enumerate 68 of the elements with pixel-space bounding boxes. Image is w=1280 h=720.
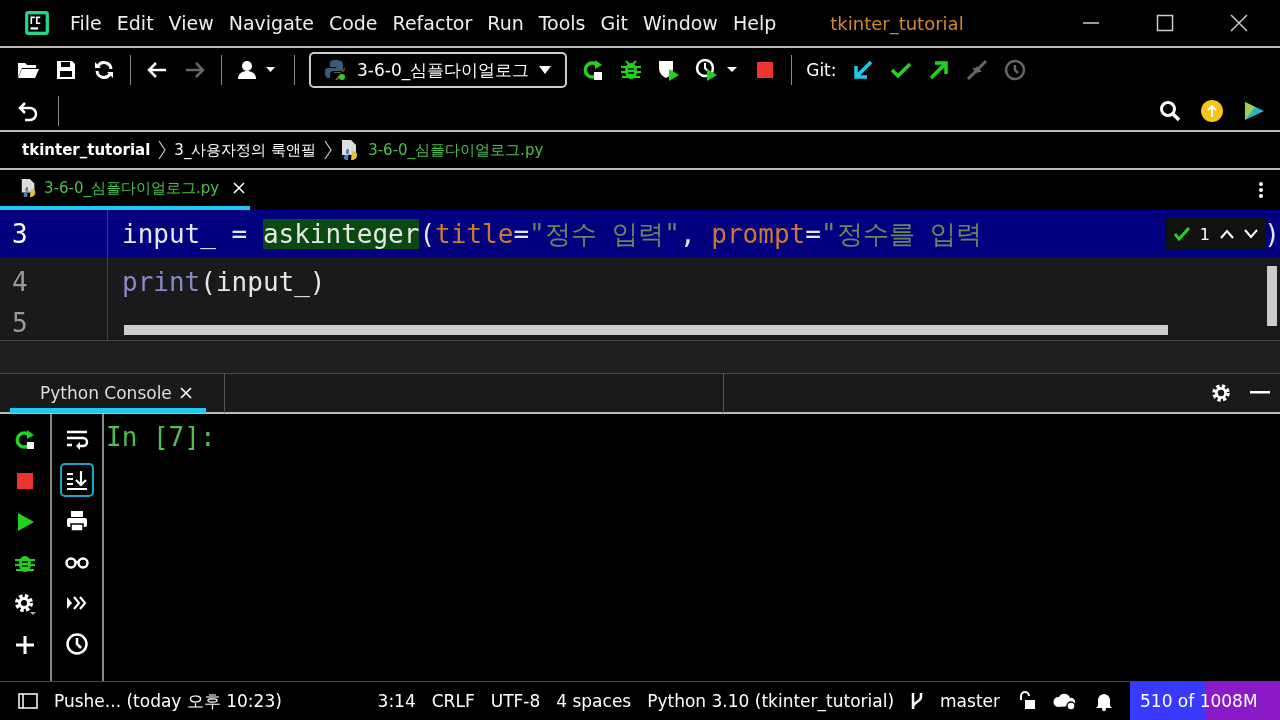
app-logo-icon (24, 10, 50, 36)
console-tab[interactable]: Python Console (10, 373, 206, 413)
maximize-icon[interactable] (1156, 14, 1174, 32)
console-prompt: In [7]: (106, 422, 216, 452)
status-item[interactable]: CRLF (431, 691, 475, 711)
minimize-icon[interactable] (1250, 391, 1270, 395)
update-badge-icon[interactable] (1200, 99, 1224, 123)
scroll-to-end-icon (65, 468, 89, 492)
status-message[interactable]: Pushe... (today 오후 10:23) (54, 689, 282, 713)
clock-play-caret-icon[interactable] (695, 58, 740, 82)
menu-item[interactable]: Help (732, 12, 777, 34)
settings-icon[interactable] (13, 592, 37, 616)
python-file-icon (20, 178, 38, 198)
check-icon (1173, 227, 1190, 241)
panel-toggle-icon[interactable] (18, 693, 38, 709)
search-icon[interactable] (1158, 99, 1182, 123)
bug-icon[interactable] (619, 58, 644, 82)
line-number: 3 (0, 210, 108, 258)
undo-icon[interactable] (16, 99, 40, 123)
python-icon (323, 58, 347, 82)
sync-icon[interactable] (92, 58, 116, 82)
git-label: Git: (806, 60, 837, 80)
status-item[interactable]: UTF-8 (490, 691, 541, 711)
menu-item[interactable]: Navigate (228, 12, 314, 34)
scrollbar[interactable] (124, 325, 1168, 335)
caret-icon (539, 66, 552, 74)
chevron-down-icon[interactable] (1244, 229, 1258, 239)
cloud-gear-icon[interactable] (1052, 691, 1078, 711)
scrollbar[interactable] (1267, 266, 1277, 326)
match-count: 1 (1199, 224, 1210, 244)
window-title: tkinter_tutorial (830, 12, 964, 34)
more-icon[interactable] (1258, 181, 1264, 199)
menu-item[interactable]: Git (600, 12, 628, 34)
add-icon[interactable] (13, 633, 37, 657)
code-text: ) (1264, 219, 1280, 249)
memory-indicator[interactable]: 510 of 1008M (1130, 682, 1280, 720)
menu-item[interactable]: Edit (116, 12, 154, 34)
breadcrumb-item[interactable]: 3-6-0_심플다이얼로그.py (368, 140, 544, 160)
chevron-icon (158, 140, 167, 160)
chevron-up-icon[interactable] (1220, 229, 1234, 239)
plugin-logo-icon[interactable] (1242, 99, 1266, 123)
clock-icon (65, 632, 89, 656)
menu-item[interactable]: Tools (538, 12, 586, 34)
run-config-dropdown[interactable]: 3-6-0_심플다이얼로그 (309, 52, 568, 88)
menu-item[interactable]: Window (643, 12, 718, 34)
toggle-button[interactable] (60, 463, 94, 497)
bell-icon[interactable] (1094, 691, 1114, 711)
status-item[interactable]: 3:14 (377, 691, 416, 711)
menu-item[interactable]: View (168, 12, 214, 34)
breadcrumb-item[interactable]: tkinter_tutorial (22, 141, 151, 159)
code-line: input_ = askinteger(title="정수 입력", prompt="정수를 입력 (122, 217, 983, 251)
save-icon[interactable] (54, 58, 78, 82)
rerun-icon[interactable] (13, 428, 37, 452)
menu-item[interactable]: Refactor (392, 12, 473, 34)
settings-icon[interactable] (1210, 382, 1232, 404)
status-item[interactable]: 4 spaces (556, 691, 632, 711)
code-line: print(input_) (122, 267, 326, 297)
status-item[interactable]: Python 3.10 (tkinter_tutorial) (647, 691, 895, 711)
menu-item[interactable]: File (70, 12, 102, 34)
printer-icon (65, 509, 89, 533)
close-icon[interactable] (1230, 14, 1248, 32)
chevron-icon (324, 140, 333, 160)
menu-item[interactable]: Run (487, 12, 524, 34)
line-number: 4 (0, 258, 108, 306)
git-branch[interactable]: master (940, 691, 1000, 711)
breadcrumb-item[interactable]: 3_사용자정의 룩앤필 (174, 140, 317, 160)
branch-icon[interactable] (910, 691, 925, 711)
menu-item[interactable]: Code (328, 12, 378, 34)
